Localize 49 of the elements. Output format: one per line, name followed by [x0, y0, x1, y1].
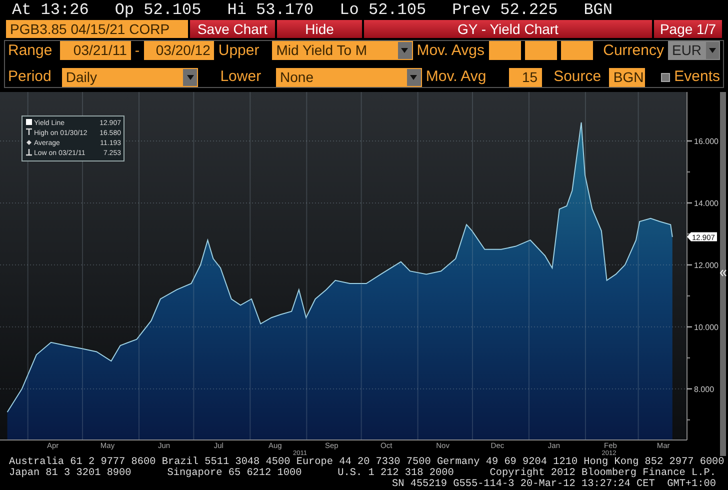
footer-text: Singapore 65 6212 1000 [167, 468, 302, 479]
page-indicator: Page 1/7 [654, 20, 722, 38]
footer-text: Japan 81 3 3201 8900 [9, 468, 132, 479]
field-label: Source [554, 67, 602, 87]
quote-value: Op 52.105 [114, 0, 202, 21]
quote-value: At 13:26 [12, 0, 89, 21]
source-field[interactable]: BGN [609, 68, 646, 87]
window-title: GY - Yield Chart [364, 20, 652, 38]
low-marker-icon [25, 148, 33, 156]
moving-average-field[interactable] [561, 41, 594, 60]
toolbar-button[interactable]: Hide [277, 20, 362, 38]
y-axis-label: 14.000 [694, 198, 718, 208]
y-axis-label: 10.000 [694, 322, 718, 332]
footer-text: SN 455219 G555-114-3 20-Mar-12 13:27:24 CET GMT+1:00 [392, 479, 716, 490]
chevron-left-icon[interactable] [720, 270, 726, 276]
field-label: Period [8, 67, 52, 87]
field-label: Mov. Avg [426, 67, 488, 87]
diamond-icon [26, 140, 32, 145]
lower-dropdown[interactable]: None [276, 68, 422, 87]
field-label: Events [674, 67, 720, 87]
high-marker-icon [25, 128, 33, 136]
field-label: Mov. Avgs [416, 40, 486, 60]
upper-dropdown[interactable]: Mid Yield To M [272, 41, 413, 60]
quote-value: Lo 52.105 [340, 0, 426, 21]
toolbar-button[interactable]: Save Chart [190, 20, 275, 38]
field-label: Lower [219, 67, 262, 87]
footer-text: U.S. 1 212 318 2000 [338, 468, 454, 479]
scrollbar[interactable] [720, 92, 726, 456]
y-axis-label: 12.000 [694, 260, 718, 270]
pricing-source: BGN [584, 0, 613, 21]
moving-average-field[interactable] [489, 41, 522, 60]
moving-average-field[interactable] [525, 41, 558, 60]
y-axis-label: 16.000 [694, 136, 718, 146]
field-label: Upper [218, 40, 260, 60]
field-label: Range [8, 40, 54, 60]
y-axis-label: 8.000 [694, 384, 714, 394]
range-end-field[interactable]: 03/20/12 [144, 41, 214, 60]
moving-average-field[interactable]: 15 [508, 68, 542, 87]
quote-value: Prev 52.225 [452, 0, 558, 21]
square-icon [26, 119, 32, 125]
footer-text: Copyright 2012 Bloomberg Finance L.P. [490, 468, 716, 479]
range-separator: - [134, 41, 140, 60]
field-label: Currency [603, 40, 664, 60]
security-field[interactable]: PGB3.85 04/15/21 CORP [6, 20, 188, 38]
events-checkbox[interactable] [661, 72, 670, 82]
period-dropdown[interactable]: Daily [62, 68, 198, 87]
range-start-field[interactable]: 03/21/11 [60, 41, 131, 60]
quote-value: Hi 53.170 [227, 0, 314, 21]
footer-text: Australia 61 2 9777 8600 Brazil 5511 3048 4500 Europe 44 20 7330 7500 Germany 49 69 9204 1210 Hong Kong 852 2977 6000 [9, 457, 724, 468]
